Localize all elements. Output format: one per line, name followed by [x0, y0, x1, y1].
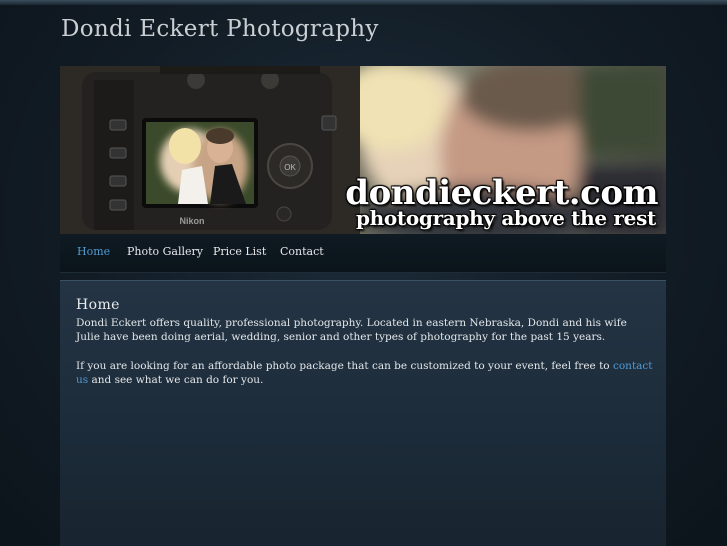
site-title[interactable]: Dondi Eckert Photography	[61, 16, 379, 42]
nav-item-contact[interactable]: Contact	[280, 245, 324, 258]
top-strip	[0, 0, 727, 5]
banner-tagline: photography above the rest	[355, 206, 656, 230]
intro-paragraph: Dondi Eckert offers quality, professiona…	[76, 317, 627, 343]
nav-item-home[interactable]: Home	[77, 245, 110, 258]
nav-item-photo-gallery[interactable]: Photo Gallery	[127, 245, 203, 258]
main-content: Home Dondi Eckert offers quality, profes…	[60, 280, 666, 546]
contact-paragraph-text: If you are looking for an affordable pho…	[76, 360, 613, 372]
page-heading: Home	[76, 297, 120, 313]
camera-brand-label: Nikon	[179, 216, 204, 226]
header-banner: OK Nikon dondieckert.com photography abo…	[60, 66, 666, 234]
banner-domain-text: dondieckert.com	[345, 173, 658, 213]
main-navigation: Home Photo Gallery Price List Contact	[60, 234, 666, 273]
contact-paragraph-end: and see what we can do for you.	[88, 374, 264, 386]
nav-item-price-list[interactable]: Price List	[213, 245, 266, 258]
camera-dial-label: OK	[284, 163, 296, 172]
contact-paragraph: If you are looking for an affordable pho…	[76, 359, 654, 387]
